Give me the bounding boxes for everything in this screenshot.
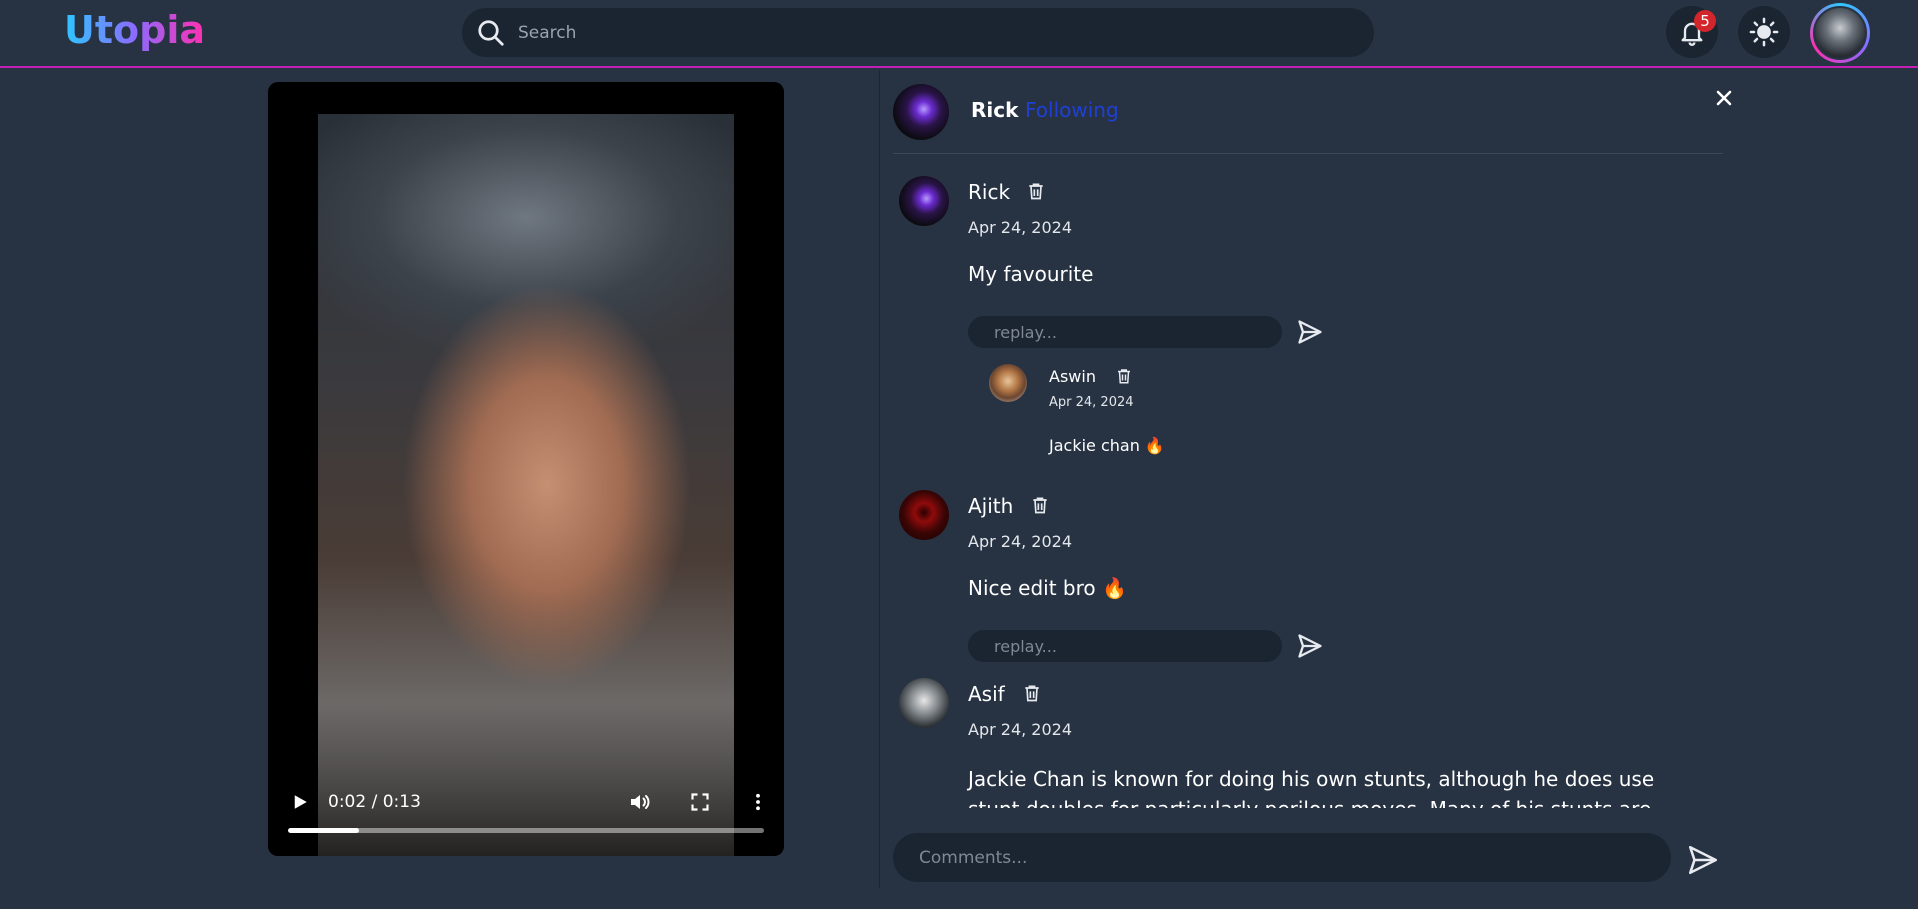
reply-field[interactable] (968, 630, 1282, 662)
comment-item: Rick Apr 24, 2024 My favourite Aswin Apr… (893, 168, 1723, 488)
reply-input[interactable] (968, 316, 1282, 348)
video-progress-bar[interactable] (288, 828, 764, 833)
top-navbar: Utopia 5 (0, 0, 1918, 68)
fullscreen-icon (691, 793, 709, 811)
fullscreen-button[interactable] (680, 782, 720, 822)
video-progress-fill (288, 828, 360, 833)
comment-text: Jackie Chan is known for doing his own s… (968, 767, 1655, 808)
panel-divider (879, 70, 880, 888)
comment-item: Asif Apr 24, 2024 Jackie Chan is known f… (893, 670, 1723, 808)
more-options-button[interactable] (738, 782, 778, 822)
volume-button[interactable] (620, 782, 660, 822)
avatar[interactable] (989, 364, 1027, 402)
comment-date: Apr 24, 2024 (968, 532, 1073, 551)
comments-list[interactable]: Rick Apr 24, 2024 My favourite Aswin Apr… (893, 168, 1723, 808)
avatar[interactable] (899, 678, 949, 728)
play-button[interactable] (280, 782, 320, 822)
profile-avatar-button[interactable] (1810, 3, 1870, 63)
comment-author[interactable]: Rick (968, 180, 1010, 204)
trash-icon[interactable] (1022, 683, 1042, 703)
reply-item: Aswin Apr 24, 2024 Jackie chan 🔥 (989, 364, 1689, 474)
reply-field[interactable] (968, 316, 1282, 348)
comment-composer[interactable] (893, 833, 1671, 882)
avatar[interactable] (899, 490, 949, 540)
comment-text: Nice edit bro 🔥 (968, 576, 1127, 600)
notifications-button[interactable]: 5 (1666, 6, 1718, 58)
close-button[interactable] (1712, 86, 1736, 110)
trash-icon[interactable] (1030, 495, 1050, 515)
play-icon (294, 795, 307, 809)
theme-toggle-button[interactable] (1738, 6, 1790, 58)
author-avatar[interactable] (893, 84, 949, 140)
author-name[interactable]: Rick (971, 98, 1018, 122)
search-input[interactable] (518, 8, 1358, 57)
avatar[interactable] (899, 176, 949, 226)
notification-count-badge: 5 (1694, 10, 1716, 32)
send-icon[interactable] (1296, 318, 1324, 346)
comment-input[interactable] (893, 833, 1671, 882)
app-logo[interactable]: Utopia (64, 8, 205, 52)
comment-author[interactable]: Asif (968, 682, 1005, 706)
post-header: Rick Following (893, 82, 1723, 154)
comment-item: Ajith Apr 24, 2024 Nice edit bro 🔥 (893, 482, 1723, 672)
reply-text: Jackie chan 🔥 (1049, 436, 1165, 455)
search-icon (478, 20, 504, 46)
video-player[interactable]: 0:02 / 0:13 (268, 82, 784, 856)
reply-input[interactable] (968, 630, 1282, 662)
reply-author[interactable]: Aswin (1049, 367, 1096, 386)
search-bar[interactable] (462, 8, 1374, 57)
send-icon[interactable] (1296, 632, 1324, 660)
trash-icon[interactable] (1026, 181, 1046, 201)
comment-date: Apr 24, 2024 (968, 720, 1073, 739)
reply-date: Apr 24, 2024 (1049, 395, 1134, 410)
close-icon (1716, 90, 1732, 106)
volume-icon (631, 795, 650, 809)
avatar (1813, 6, 1867, 60)
follow-status-button[interactable]: Following (1025, 98, 1119, 122)
comment-author[interactable]: Ajith (968, 494, 1013, 518)
send-comment-icon[interactable] (1686, 843, 1720, 877)
comment-text: My favourite (968, 262, 1094, 286)
sun-icon (1749, 17, 1779, 47)
trash-icon[interactable] (1115, 367, 1133, 385)
video-time: 0:02 / 0:13 (328, 792, 421, 812)
comment-date: Apr 24, 2024 (968, 218, 1073, 237)
more-vertical-icon (756, 793, 760, 811)
